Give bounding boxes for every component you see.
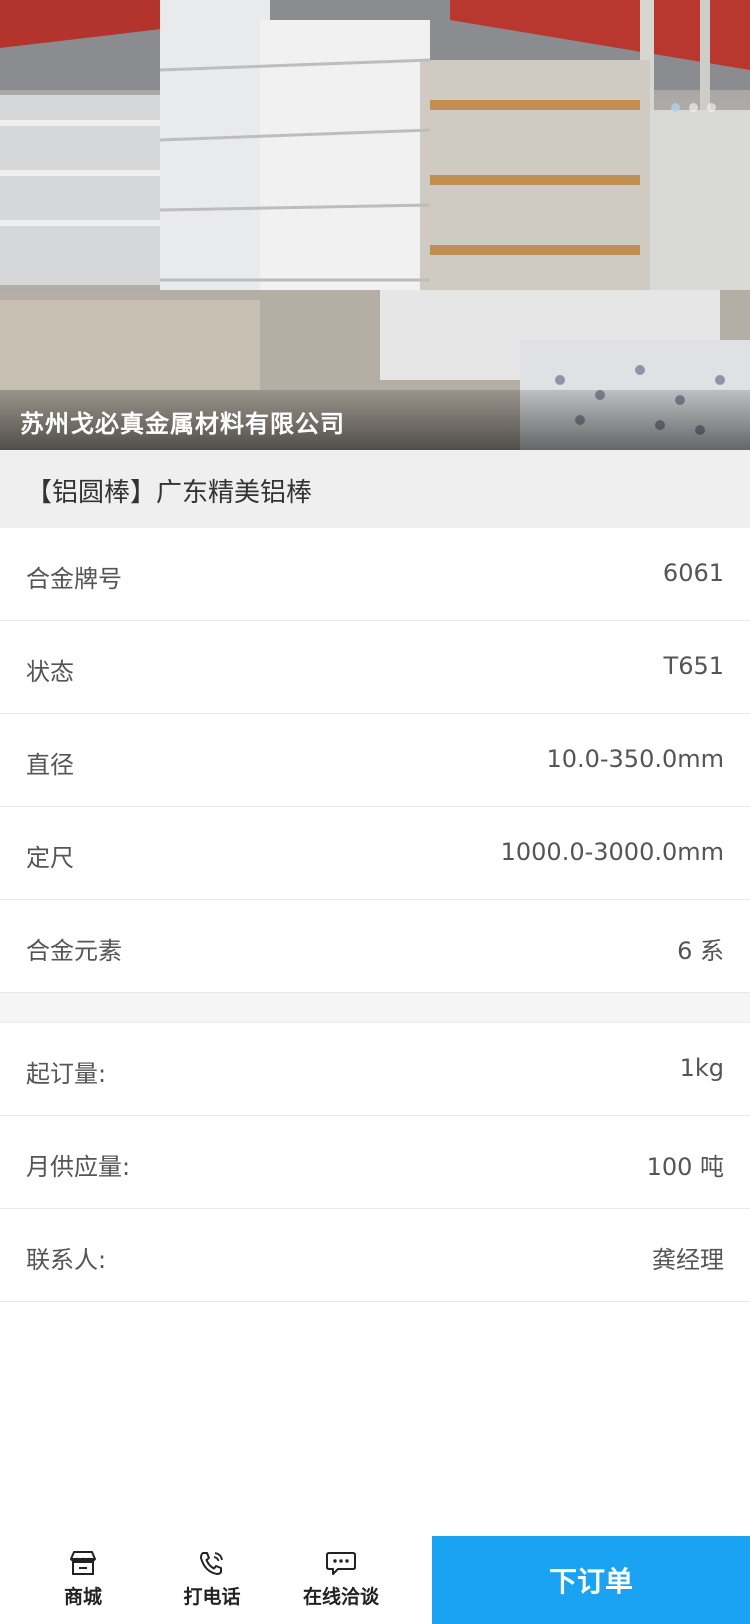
phone-icon: [200, 1552, 223, 1575]
carousel-dot[interactable]: [707, 103, 716, 112]
spec-value: 6061: [662, 559, 724, 587]
product-title: 【铝圆棒】广东精美铝棒: [26, 478, 313, 508]
place-order-button[interactable]: 下订单: [432, 1536, 750, 1624]
supply-value: 1kg: [679, 1054, 724, 1082]
supply-label: 月供应量:: [26, 1153, 131, 1181]
spec-label: 直径: [26, 751, 74, 779]
spec-value: T651: [663, 652, 724, 680]
supply-row-min-order: 起订量: 1kg: [0, 1023, 750, 1116]
tab-store[interactable]: 商城: [40, 1536, 126, 1624]
tab-call[interactable]: 打电话: [166, 1536, 258, 1624]
supply-label: 联系人:: [26, 1246, 107, 1274]
tab-label: 商城: [63, 1586, 102, 1608]
spec-label: 合金元素: [26, 937, 122, 965]
company-caption: 苏州戈必真金属材料有限公司: [0, 390, 750, 450]
spec-value: 10.0-350.0mm: [546, 745, 724, 773]
carousel-dot[interactable]: [671, 103, 680, 112]
spec-label: 合金牌号: [26, 565, 122, 593]
section-divider: [0, 993, 750, 1023]
spec-row-length: 定尺 1000.0-3000.0mm: [0, 807, 750, 900]
chat-icon: [326, 1552, 356, 1575]
product-title-bar: 【铝圆棒】广东精美铝棒: [0, 450, 750, 528]
carousel-indicator: [671, 103, 716, 112]
tab-label: 打电话: [183, 1586, 241, 1608]
supply-value: 100 吨: [646, 1153, 724, 1181]
supply-label: 起订量:: [26, 1060, 107, 1088]
carousel-dot[interactable]: [689, 103, 698, 112]
spec-row-alloy-grade: 合金牌号 6061: [0, 528, 750, 621]
company-name[interactable]: 苏州戈必真金属材料有限公司: [20, 404, 345, 439]
store-icon: [70, 1551, 96, 1575]
spec-label: 定尺: [26, 844, 74, 872]
spec-row-alloy-series: 合金元素 6 系: [0, 900, 750, 993]
tab-label: 在线洽谈: [302, 1586, 379, 1608]
warehouse-photo: [0, 0, 750, 450]
spec-row-diameter: 直径 10.0-350.0mm: [0, 714, 750, 807]
spec-value: 1000.0-3000.0mm: [500, 838, 724, 866]
spec-value: 6 系: [677, 937, 724, 965]
tab-chat[interactable]: 在线洽谈: [292, 1536, 390, 1624]
spec-label: 状态: [26, 658, 74, 686]
spec-row-temper: 状态 T651: [0, 621, 750, 714]
supply-row-monthly-supply: 月供应量: 100 吨: [0, 1116, 750, 1209]
supply-row-contact: 联系人: 龚经理: [0, 1209, 750, 1302]
product-image-carousel[interactable]: 苏州戈必真金属材料有限公司: [0, 0, 750, 450]
supply-value: 龚经理: [652, 1246, 724, 1274]
